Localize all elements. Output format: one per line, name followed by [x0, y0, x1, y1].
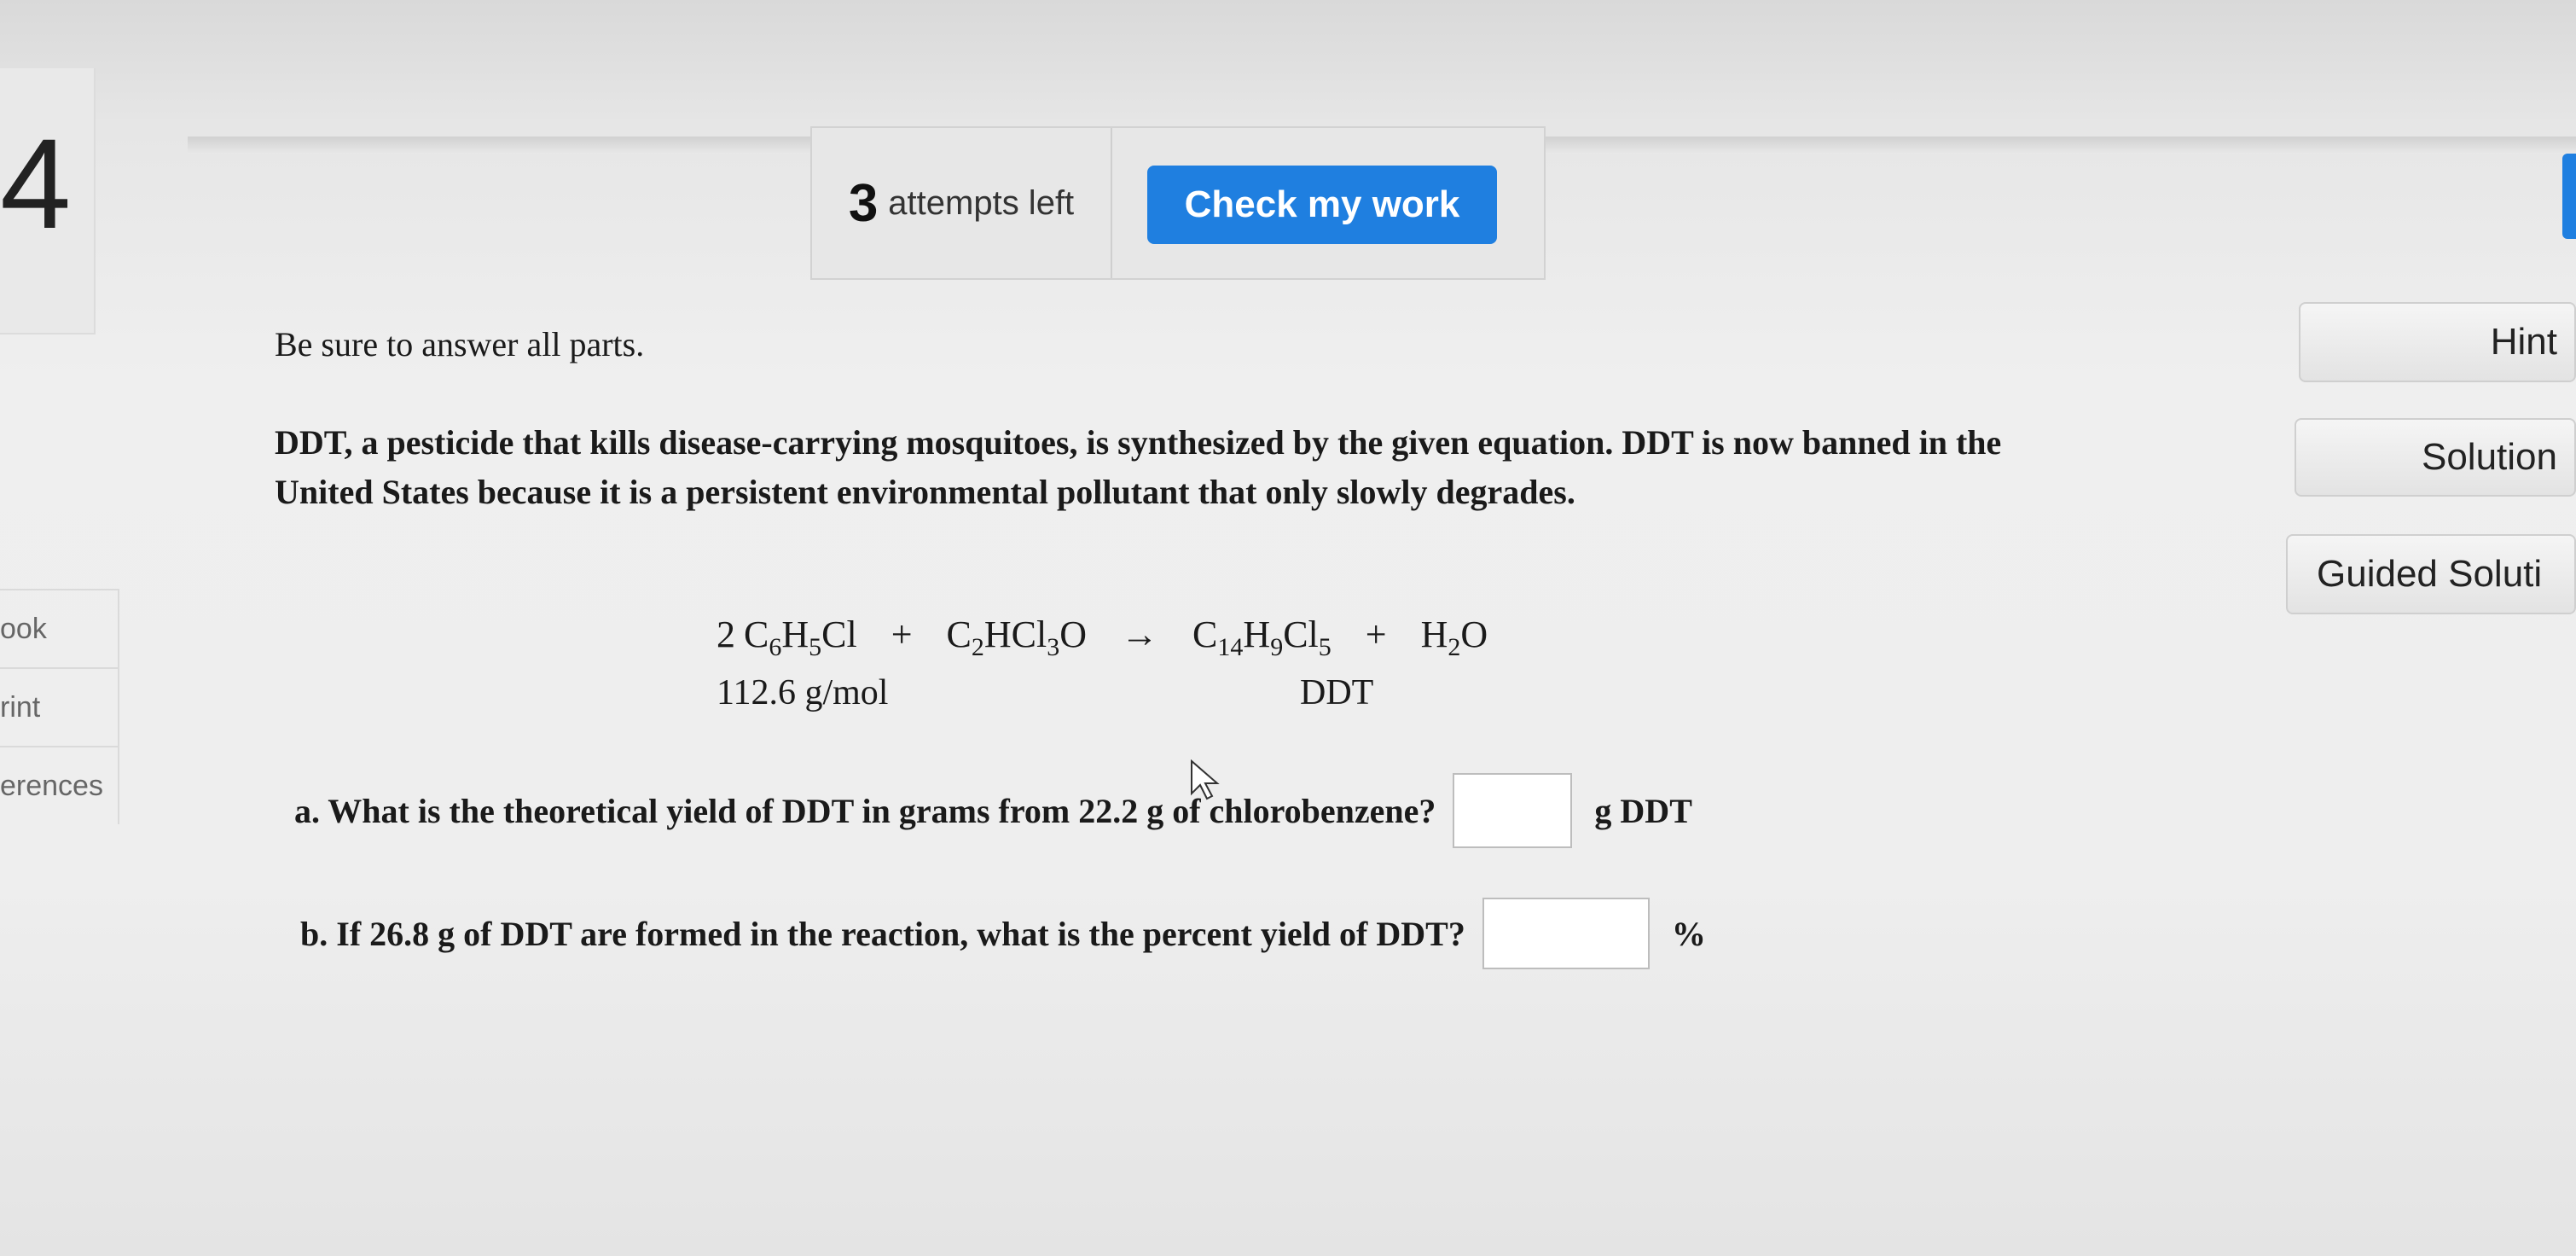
question-b-text: b. If 26.8 g of DDT are formed in the re…: [300, 914, 1465, 953]
reactant-2: C2HCl3O: [946, 613, 1088, 661]
question-a: a. What is the theoretical yield of DDT …: [294, 773, 1692, 848]
question-a-text: a. What is the theoretical yield of DDT …: [294, 791, 1436, 830]
plus-sign: +: [891, 613, 913, 655]
attempts-panel: 3 attempts left Check my work: [810, 126, 1546, 280]
question-b-unit: %: [1671, 914, 1706, 953]
left-nav-ebook[interactable]: ook: [0, 589, 119, 667]
product-ddt: C14H9Cl5: [1192, 613, 1332, 661]
answer-b-input[interactable]: [1482, 898, 1650, 969]
left-nav-print[interactable]: rint: [0, 667, 119, 746]
arrow: →: [1121, 613, 1159, 655]
guided-solution-button[interactable]: Guided Soluti: [2286, 534, 2576, 614]
hint-button[interactable]: Hint: [2299, 302, 2576, 382]
left-nav-references[interactable]: erences: [0, 746, 119, 824]
attempts-label: attempts left: [888, 183, 1075, 222]
answer-a-input[interactable]: [1453, 773, 1573, 848]
left-nav: ook rint erences: [0, 589, 119, 824]
right-edge-tab[interactable]: [2562, 154, 2576, 239]
check-my-work-button[interactable]: Check my work: [1147, 166, 1497, 244]
reactant-1: 2 C6H5Cl: [717, 613, 857, 661]
ddt-label: DDT: [1300, 673, 1374, 712]
problem-statement: DDT, a pesticide that kills disease-carr…: [275, 423, 2002, 511]
question-a-unit: g DDT: [1594, 791, 1692, 830]
molar-mass-label: 112.6 g/mol: [717, 673, 889, 712]
attempts-indicator: 3 attempts left: [812, 128, 1112, 278]
attempts-count: 3: [848, 173, 879, 233]
chemical-equation: 2 C6H5Cl + C2HCl3O → C14H9Cl5 + H2O 112.6…: [717, 613, 1522, 712]
plus-sign-2: +: [1365, 613, 1387, 655]
solution-button[interactable]: Solution: [2295, 418, 2576, 497]
instructions: Be sure to answer all parts.: [275, 325, 645, 363]
question-number: 4: [0, 112, 72, 255]
product-water: H2O: [1420, 613, 1488, 661]
question-b: b. If 26.8 g of DDT are formed in the re…: [300, 898, 1706, 969]
